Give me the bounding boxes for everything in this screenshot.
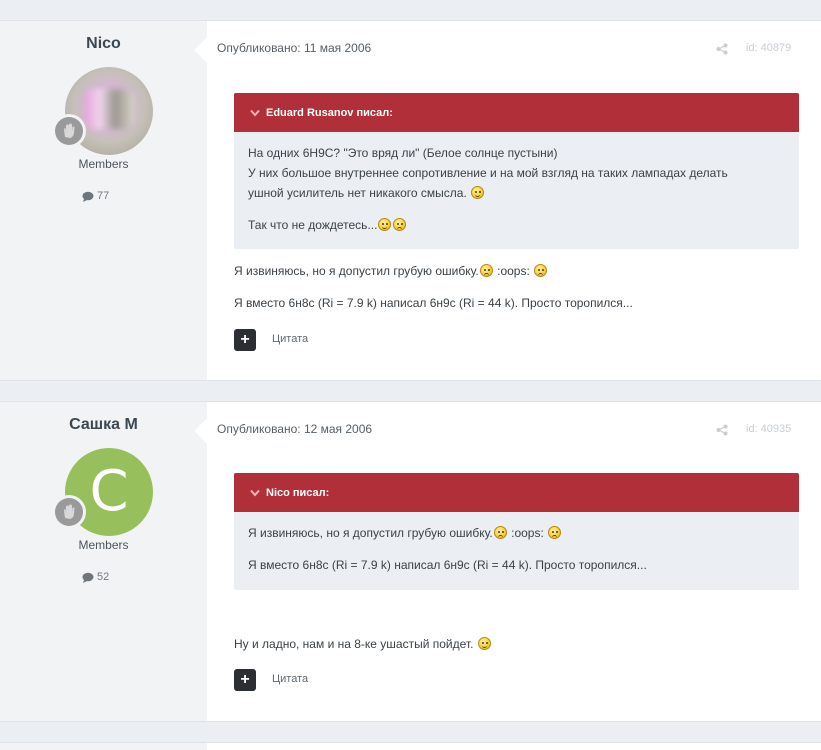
- quote-author: Nico писал:: [266, 486, 330, 499]
- wink-smiley-icon: [477, 637, 491, 650]
- plus-icon: +: [240, 671, 250, 688]
- smiley-icon: [471, 186, 485, 199]
- quote-line: ушной усилитель нет никакого смысла.: [248, 183, 785, 203]
- rank-badge: [52, 114, 86, 148]
- quote-block: Nico писал: Я извиняюсь, но я допустил г…: [234, 473, 799, 590]
- hand-badge-icon: [64, 504, 75, 519]
- sad-smiley-icon: [534, 264, 548, 277]
- quote-button[interactable]: Цитата: [272, 333, 308, 345]
- author-name[interactable]: Сашка М: [0, 416, 207, 434]
- plus-icon: +: [240, 331, 250, 348]
- post-id[interactable]: id: 40935: [746, 423, 791, 435]
- post: Сашка М C Members 52 Опубликовано: 12 ма…: [0, 401, 821, 722]
- post-id[interactable]: id: 40879: [746, 42, 791, 54]
- post-count: 77: [82, 190, 109, 202]
- hand-badge-icon: [64, 123, 75, 138]
- post-text: Ну и ладно, нам и на 8-ке ушастый пойдет…: [234, 637, 474, 651]
- chevron-down-icon: [250, 489, 260, 497]
- post-count-value: 77: [97, 190, 110, 202]
- quote-line: У них большое внутреннее сопротивление и…: [248, 166, 728, 180]
- quote-line-text: ушной усилитель нет никакого смысла.: [248, 186, 467, 200]
- quote-line: На одних 6Н9С? "Это вряд ли" (Белое солн…: [248, 146, 558, 160]
- sad-smiley-icon: [493, 526, 507, 539]
- sad-smiley-icon: [479, 264, 493, 277]
- comment-icon: [82, 572, 94, 583]
- next-post-edge: [0, 742, 821, 750]
- sad-smiley-icon: [393, 218, 407, 231]
- sad-smiley-icon: [548, 526, 562, 539]
- share-icon[interactable]: [716, 42, 728, 60]
- member-group: Members: [78, 157, 129, 171]
- quote-author: Eduard Rusanov писал:: [266, 106, 393, 119]
- quote-button[interactable]: Цитата: [272, 673, 308, 685]
- quote-header[interactable]: Eduard Rusanov писал:: [234, 93, 799, 132]
- published-date[interactable]: Опубликовано: 12 мая 2006: [217, 422, 372, 436]
- quote-line: Я извиняюсь, но я допустил грубую ошибку…: [248, 523, 785, 543]
- quote-line: Я вместо 6н8с (Ri = 7.9 k) написал 6н9с …: [248, 558, 647, 572]
- smiley-icon: [378, 218, 392, 231]
- quote-line: Так что не дождетесь...: [248, 215, 785, 235]
- quote-body: Я извиняюсь, но я допустил грубую ошибку…: [234, 512, 799, 575]
- post: Nico Members 77 Опубликовано: 11 мая 200…: [0, 20, 821, 381]
- post-text-line: Ну и ладно, нам и на 8-ке ушастый пойдет…: [234, 636, 492, 652]
- published-date[interactable]: Опубликовано: 11 мая 2006: [217, 41, 371, 55]
- emoticon-code: :oops:: [497, 264, 530, 278]
- author-name[interactable]: Nico: [0, 35, 207, 53]
- quote-block: Eduard Rusanov писал: На одних 6Н9С? "Эт…: [234, 93, 799, 249]
- next-author-panel: [0, 743, 207, 750]
- post-count-value: 52: [97, 571, 110, 583]
- member-group: Members: [78, 538, 129, 552]
- post-count: 52: [82, 571, 109, 583]
- multiquote-plus-button[interactable]: +: [234, 669, 256, 691]
- quote-header[interactable]: Nico писал:: [234, 473, 799, 512]
- rank-badge: [52, 495, 86, 529]
- post-text-line: Я извиняюсь, но я допустил грубую ошибку…: [234, 263, 548, 279]
- comment-icon: [82, 191, 94, 202]
- author-panel: Nico Members 77: [0, 21, 207, 380]
- quote-line-text: Так что не дождетесь...: [248, 218, 378, 232]
- quote-body: На одних 6Н9С? "Это вряд ли" (Белое солн…: [234, 132, 799, 235]
- quote-line-text: Я извиняюсь, но я допустил грубую ошибку…: [248, 526, 493, 540]
- author-panel: Сашка М C Members 52: [0, 402, 207, 721]
- post-text-line: Я вместо 6н8с (Ri = 7.9 k) написал 6н9с …: [234, 296, 633, 310]
- share-icon[interactable]: [716, 423, 728, 441]
- multiquote-plus-button[interactable]: +: [234, 329, 256, 351]
- emoticon-code: :oops:: [511, 526, 544, 540]
- post-text: Я извиняюсь, но я допустил грубую ошибку…: [234, 264, 479, 278]
- chevron-down-icon: [250, 109, 260, 117]
